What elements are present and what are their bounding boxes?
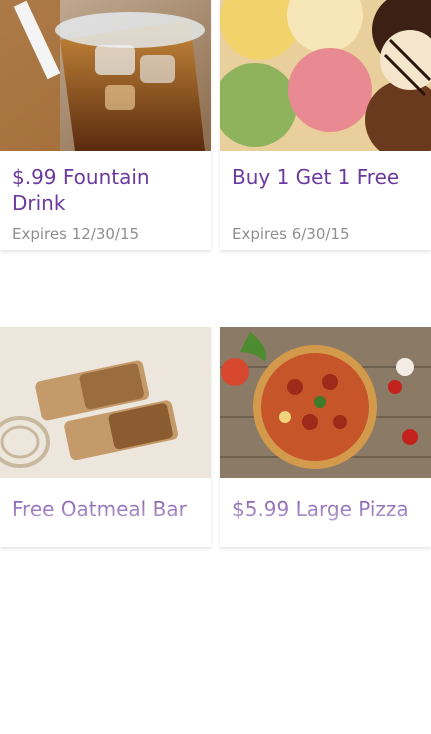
deal-card-pizza[interactable]: $5.99 Large Pizza <box>220 327 431 547</box>
pizza-image <box>220 327 431 478</box>
deal-card-ice-cream[interactable]: Buy 1 Get 1 Free Expires 6/30/15 <box>220 0 431 250</box>
deal-expiration: Expires 12/30/15 <box>12 225 140 243</box>
deal-title: Free Oatmeal Bar <box>12 497 187 521</box>
deal-card-oatmeal-bar[interactable]: Free Oatmeal Bar <box>0 327 211 547</box>
deal-title: $5.99 Large Pizza <box>232 497 409 521</box>
oatmeal-bar-image <box>0 327 211 478</box>
deal-title: $.99 Fountain Drink <box>12 165 150 215</box>
ice-cream-image <box>220 0 431 151</box>
deal-title: Buy 1 Get 1 Free <box>232 165 400 189</box>
deal-card-fountain-drink[interactable]: $.99 Fountain Drink Expires 12/30/15 <box>0 0 211 250</box>
fountain-drink-image <box>0 0 211 151</box>
deal-expiration: Expires 6/30/15 <box>232 225 350 243</box>
